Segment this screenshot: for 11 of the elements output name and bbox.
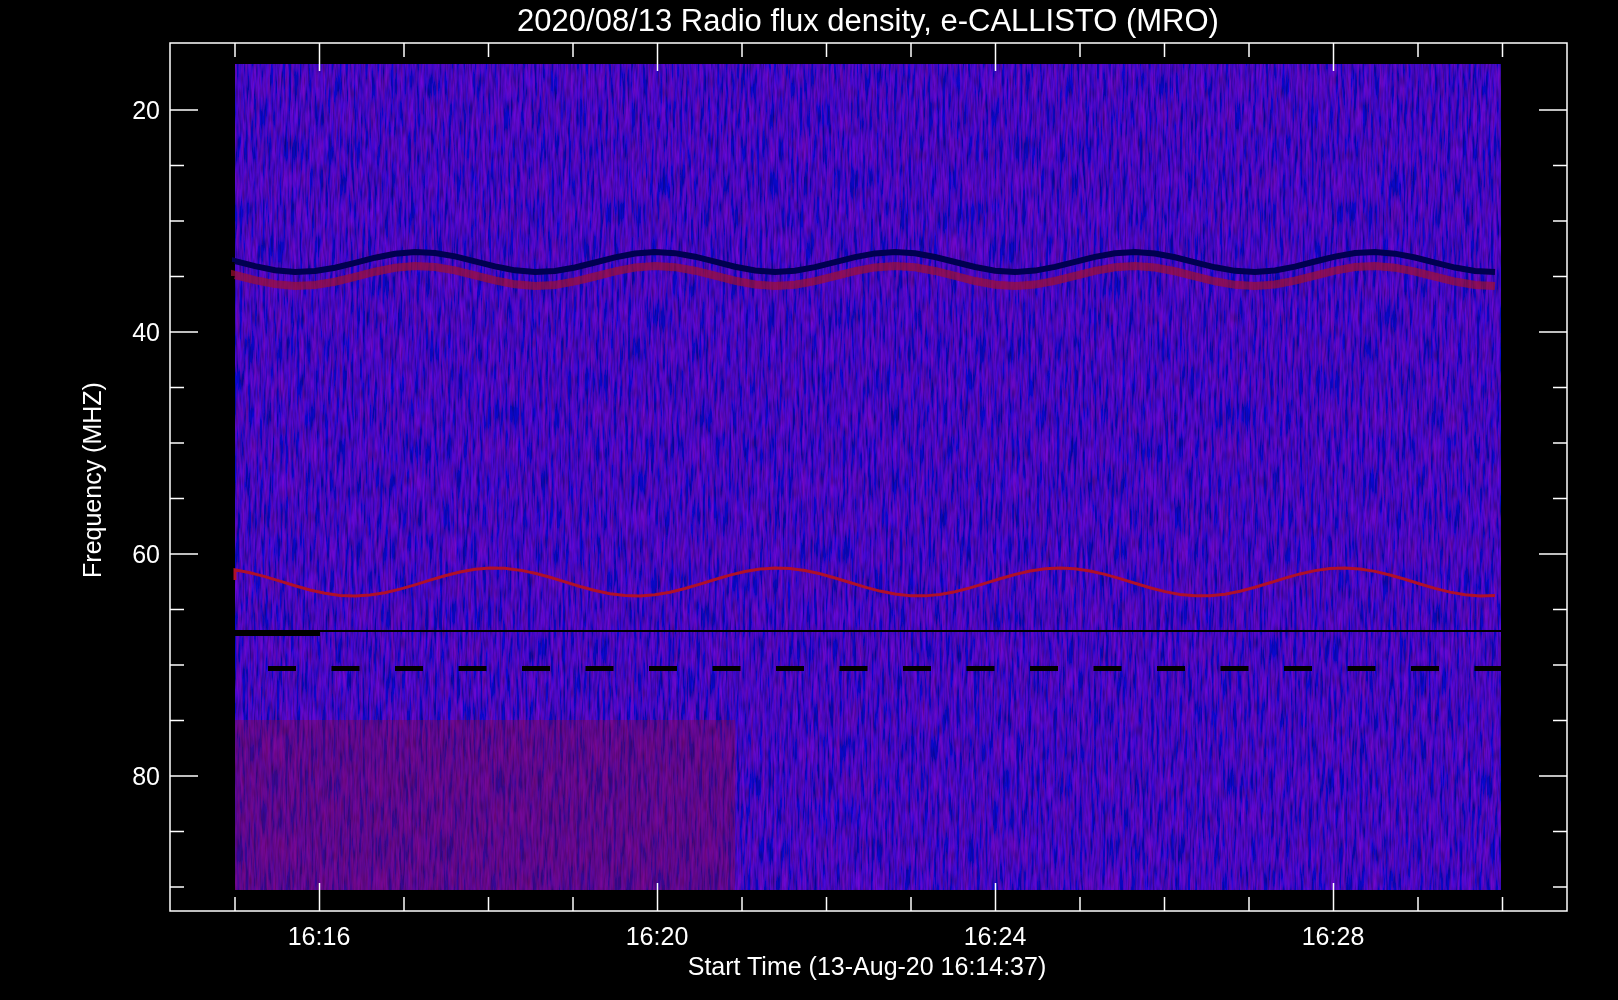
y-tick-label: 20 [132, 96, 160, 124]
x-axis-label: Start Time (13-Aug-20 16:14:37) [687, 952, 1047, 980]
chart-title: 2020/08/13 Radio flux density, e-CALLISTO (MRO) [517, 3, 1219, 38]
y-tick-label: 80 [132, 762, 160, 790]
y-tick-label: 60 [132, 540, 160, 568]
x-tick-label: 16:20 [625, 922, 689, 950]
y-tick-label: 40 [132, 318, 160, 346]
x-tick-label: 16:28 [1301, 922, 1365, 950]
x-tick-label: 16:24 [963, 922, 1027, 950]
y-axis-label: Frequency (MHZ) [78, 382, 106, 578]
x-tick-label: 16:16 [287, 922, 351, 950]
